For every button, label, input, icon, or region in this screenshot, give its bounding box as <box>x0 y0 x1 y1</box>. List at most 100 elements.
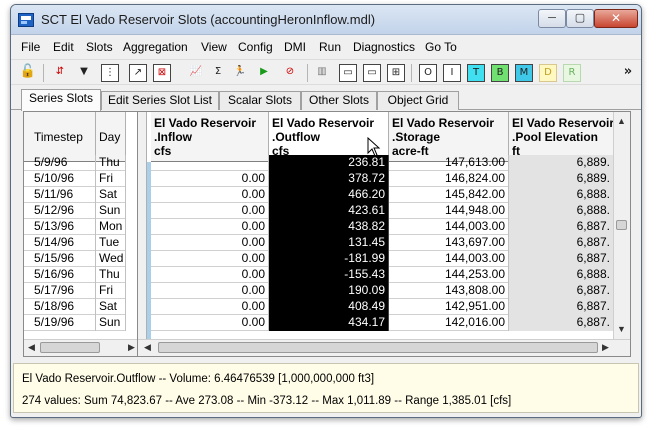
input-i-icon[interactable]: I <box>443 64 461 82</box>
outflow-cell[interactable]: 438.82 <box>269 219 389 235</box>
table-row[interactable]: 0.00 -181.99 144,003.00 6,887. <box>151 251 614 267</box>
outflow-cell[interactable]: 466.20 <box>269 187 389 203</box>
day-cell[interactable]: Sun <box>96 315 126 331</box>
timestep-row[interactable]: 5/13/96 Mon <box>24 219 126 235</box>
day-cell[interactable]: Thu <box>96 267 126 283</box>
close-slot-icon[interactable]: ⊠ <box>153 64 171 82</box>
inflow-cell[interactable]: 0.00 <box>151 203 269 219</box>
pool-elevation-cell[interactable]: 6,887. <box>509 235 614 251</box>
best-flag-button[interactable]: B <box>491 64 509 82</box>
day-cell[interactable]: Mon <box>96 219 126 235</box>
menu-file[interactable]: File <box>21 40 40 54</box>
pool-elevation-cell[interactable]: 6,889. <box>509 171 614 187</box>
play-icon[interactable]: ▶ <box>255 64 273 82</box>
timestep-row[interactable]: 5/10/96 Fri <box>24 171 126 187</box>
table-row[interactable]: 0.00 190.09 143,808.00 6,887. <box>151 283 614 299</box>
day-cell[interactable]: Sat <box>96 299 126 315</box>
storage-cell[interactable]: 144,003.00 <box>389 251 509 267</box>
outflow-cell[interactable]: 423.61 <box>269 203 389 219</box>
table-row[interactable]: 236.81 147,613.00 6,889. <box>151 155 614 171</box>
fit-height-icon[interactable]: ▭ <box>363 64 381 82</box>
outflow-cell[interactable]: 236.81 <box>269 155 389 171</box>
pool-elevation-cell[interactable]: 6,888. <box>509 187 614 203</box>
fit-all-icon[interactable]: ⊞ <box>387 64 405 82</box>
timestep-cell[interactable]: 5/13/96 <box>24 219 96 235</box>
vertical-scroll-thumb[interactable] <box>616 220 627 230</box>
pool-elevation-cell[interactable]: 6,888. <box>509 267 614 283</box>
day-cell[interactable]: Tue <box>96 235 126 251</box>
minimize-button[interactable]: ─ <box>538 9 566 28</box>
storage-cell[interactable]: 144,003.00 <box>389 219 509 235</box>
menu-dmi[interactable]: DMI <box>284 40 306 54</box>
table-row[interactable]: 0.00 466.20 145,842.00 6,888. <box>151 187 614 203</box>
timestep-cell[interactable]: 5/11/96 <box>24 187 96 203</box>
scroll-left-icon[interactable]: ◀ <box>24 342 39 353</box>
inflow-cell[interactable]: 0.00 <box>151 251 269 267</box>
timestep-cell[interactable]: 5/15/96 <box>24 251 96 267</box>
timestep-row[interactable]: 5/18/96 Sat <box>24 299 126 315</box>
table-row[interactable]: 0.00 408.49 142,951.00 6,887. <box>151 299 614 315</box>
outflow-cell[interactable]: 434.17 <box>269 315 389 331</box>
timestep-cell[interactable]: 5/19/96 <box>24 315 96 331</box>
left-horizontal-scrollbar[interactable]: ◀ ▶ <box>24 339 140 356</box>
stop-icon[interactable]: ⊘ <box>281 64 299 82</box>
r-flag-button[interactable]: R <box>563 64 581 82</box>
menu-slots[interactable]: Slots <box>86 40 113 54</box>
pool-elevation-cell[interactable]: 6,887. <box>509 315 614 331</box>
tab-series-slots[interactable]: Series Slots <box>21 89 101 111</box>
pool-elevation-cell[interactable]: 6,887. <box>509 219 614 235</box>
run-person-icon[interactable]: 🏃 <box>231 64 249 82</box>
timestep-cell[interactable]: 5/14/96 <box>24 235 96 251</box>
storage-cell[interactable]: 143,808.00 <box>389 283 509 299</box>
storage-cell[interactable]: 144,253.00 <box>389 267 509 283</box>
menu-go-to[interactable]: Go To <box>425 40 457 54</box>
menu-config[interactable]: Config <box>238 40 273 54</box>
title-bar[interactable]: SCT El Vado Reservoir Slots (accountingH… <box>11 5 641 35</box>
outflow-cell[interactable]: 408.49 <box>269 299 389 315</box>
inflow-cell[interactable] <box>151 155 269 171</box>
fit-width-icon[interactable]: ▭ <box>339 64 357 82</box>
lock-icon[interactable]: 🔓 <box>19 64 37 82</box>
pool-elevation-cell[interactable]: 6,888. <box>509 203 614 219</box>
horizontal-scroll-thumb[interactable] <box>158 342 598 353</box>
table-row[interactable]: 0.00 434.17 142,016.00 6,887. <box>151 315 614 331</box>
table-row[interactable]: 0.00 -155.43 144,253.00 6,888. <box>151 267 614 283</box>
pool-elevation-cell[interactable]: 6,887. <box>509 251 614 267</box>
timestep-row[interactable]: 5/14/96 Tue <box>24 235 126 251</box>
timestep-row[interactable]: 5/17/96 Fri <box>24 283 126 299</box>
scroll-down-icon[interactable]: ▼ <box>614 324 629 334</box>
timestep-row[interactable]: 5/11/96 Sat <box>24 187 126 203</box>
pool-elevation-cell[interactable]: 6,887. <box>509 299 614 315</box>
column-view-icon[interactable]: ⋮ <box>101 64 119 82</box>
timestep-row[interactable]: 5/15/96 Wed <box>24 251 126 267</box>
menu-edit[interactable]: Edit <box>53 40 74 54</box>
outflow-cell[interactable]: 131.45 <box>269 235 389 251</box>
inflow-cell[interactable]: 0.00 <box>151 171 269 187</box>
table-row[interactable]: 0.00 131.45 143,697.00 6,887. <box>151 235 614 251</box>
horizontal-scrollbar[interactable]: ◀ ▶ <box>138 339 630 356</box>
tab-object-grid[interactable]: Object Grid <box>377 91 459 110</box>
timestep-cell[interactable]: 5/17/96 <box>24 283 96 299</box>
storage-cell[interactable]: 143,697.00 <box>389 235 509 251</box>
inflow-cell[interactable]: 0.00 <box>151 267 269 283</box>
timestep-row[interactable]: 5/12/96 Sun <box>24 203 126 219</box>
timestep-row[interactable]: 5/9/96 Thu <box>24 155 126 171</box>
inflow-cell[interactable]: 0.00 <box>151 315 269 331</box>
storage-cell[interactable]: 145,842.00 <box>389 187 509 203</box>
timestep-cell[interactable]: 5/18/96 <box>24 299 96 315</box>
inflow-cell[interactable]: 0.00 <box>151 187 269 203</box>
timestep-cell[interactable]: 5/9/96 <box>24 155 96 171</box>
storage-cell[interactable]: 146,824.00 <box>389 171 509 187</box>
day-cell[interactable]: Sun <box>96 203 126 219</box>
outflow-cell[interactable]: -155.43 <box>269 267 389 283</box>
day-cell[interactable]: Sat <box>96 187 126 203</box>
vertical-scrollbar[interactable]: ▲ ▼ <box>613 112 630 339</box>
timestep-cell[interactable]: 5/12/96 <box>24 203 96 219</box>
scroll-thumb[interactable] <box>40 342 100 353</box>
day-cell[interactable]: Thu <box>96 155 126 171</box>
d-flag-button[interactable]: D <box>539 64 557 82</box>
day-cell[interactable]: Wed <box>96 251 126 267</box>
tab-edit-series-slot-list[interactable]: Edit Series Slot List <box>101 91 219 110</box>
storage-cell[interactable]: 144,948.00 <box>389 203 509 219</box>
day-cell[interactable]: Fri <box>96 283 126 299</box>
